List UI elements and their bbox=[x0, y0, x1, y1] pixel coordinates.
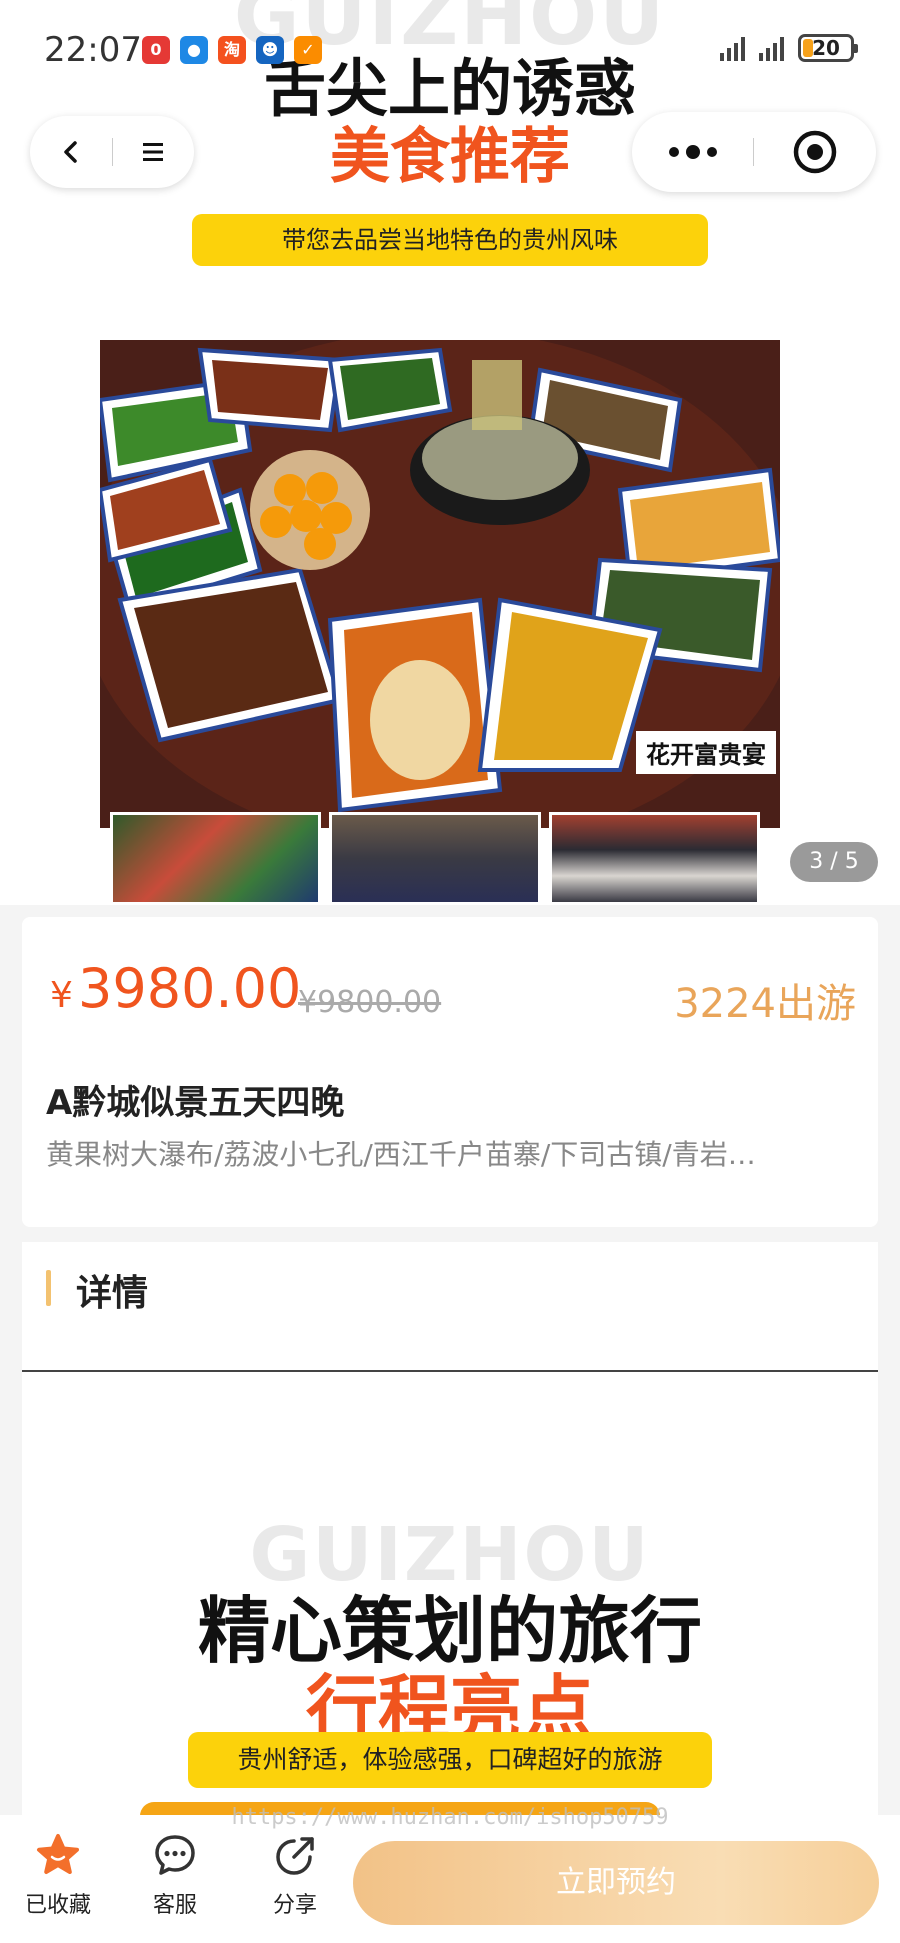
close-miniprogram-button[interactable] bbox=[754, 112, 875, 192]
chat-bubble-icon bbox=[155, 1835, 195, 1875]
battery-icon: 20 bbox=[798, 34, 858, 62]
share-arrow-icon bbox=[276, 1837, 314, 1875]
details-header: 详情 bbox=[22, 1242, 878, 1372]
service-label: 客服 bbox=[152, 1893, 197, 1918]
currency-symbol: ¥ bbox=[50, 975, 73, 1016]
product-info-card: ¥ 3980.00 ¥9800.00 3224出游 A黔城似景五天四晚 黄果树大… bbox=[22, 917, 878, 1227]
taobao-app-icon: 淘 bbox=[218, 36, 246, 64]
traveler-count: 3224出游 bbox=[674, 981, 856, 1027]
customer-service-button[interactable]: 客服 bbox=[120, 1833, 230, 1919]
more-dots-icon bbox=[668, 145, 717, 159]
robot-app-icon: ☻ bbox=[256, 36, 284, 64]
status-indicators: 20 bbox=[720, 34, 858, 62]
original-price: ¥9800.00 bbox=[298, 985, 442, 1020]
battery-level: 20 bbox=[812, 36, 840, 60]
favorite-button[interactable]: 已收藏 bbox=[3, 1833, 113, 1919]
status-time: 22:07 bbox=[44, 30, 142, 70]
favorite-label: 已收藏 bbox=[24, 1893, 91, 1918]
chevron-left-icon bbox=[64, 141, 77, 163]
menu-button[interactable] bbox=[113, 116, 195, 188]
thumbnail-strip bbox=[110, 812, 760, 905]
favorite-star-icon bbox=[37, 1834, 79, 1874]
target-circle-icon bbox=[793, 130, 836, 174]
site-watermark: https://www.huzhan.com/ishop50759 bbox=[231, 1805, 669, 1830]
red-app-icon: 0 bbox=[142, 36, 170, 64]
thumbnail-image bbox=[110, 812, 322, 905]
dish-caption: 花开富贵宴 bbox=[636, 731, 776, 774]
thumbnail-image bbox=[329, 812, 541, 905]
page: GUIZHOU 舌尖上的诱惑 美食推荐 带您去品尝当地特色的贵州风味 花开富贵宴… bbox=[0, 0, 900, 1943]
share-button[interactable]: 分享 bbox=[240, 1833, 350, 1919]
details-title: 详情 bbox=[76, 1273, 149, 1314]
back-button[interactable] bbox=[30, 116, 112, 188]
signal-icon bbox=[720, 35, 745, 61]
nav-capsule-right bbox=[632, 112, 876, 192]
detail-banner-text: 贵州舒适，体验感强，口碑超好的旅游 bbox=[188, 1732, 712, 1788]
product-title: A黔城似景五天四晚 bbox=[46, 1083, 345, 1123]
thumbnail-image bbox=[548, 812, 760, 905]
product-route: 黄果树大瀑布/荔波小七孔/西江千户苗寨/下司古镇/青岩… bbox=[46, 1138, 756, 1171]
message-app-icon: ● bbox=[180, 36, 208, 64]
current-price: ¥ 3980.00 bbox=[50, 957, 301, 1020]
price-amount: 3980.00 bbox=[78, 957, 302, 1020]
bottom-action-bar: 已收藏 客服 分享 立即预约 bbox=[0, 1815, 900, 1943]
book-now-button[interactable]: 立即预约 bbox=[353, 1841, 879, 1925]
image-page-indicator: 3 / 5 bbox=[790, 842, 878, 882]
signal-icon bbox=[759, 35, 784, 61]
nav-capsule-left bbox=[30, 116, 194, 188]
orange-app-icon: ✓ bbox=[294, 36, 322, 64]
status-app-icons: 0 ● 淘 ☻ ✓ bbox=[142, 36, 322, 64]
status-bar: 22:07 0 ● 淘 ☻ ✓ 20 bbox=[0, 20, 900, 80]
hamburger-icon bbox=[143, 143, 164, 161]
more-button[interactable] bbox=[632, 112, 753, 192]
hero-banner-text: 带您去品尝当地特色的贵州风味 bbox=[192, 214, 708, 266]
food-photo: 花开富贵宴 bbox=[100, 340, 780, 828]
share-label: 分享 bbox=[272, 1893, 317, 1918]
section-accent-bar bbox=[46, 1270, 51, 1306]
